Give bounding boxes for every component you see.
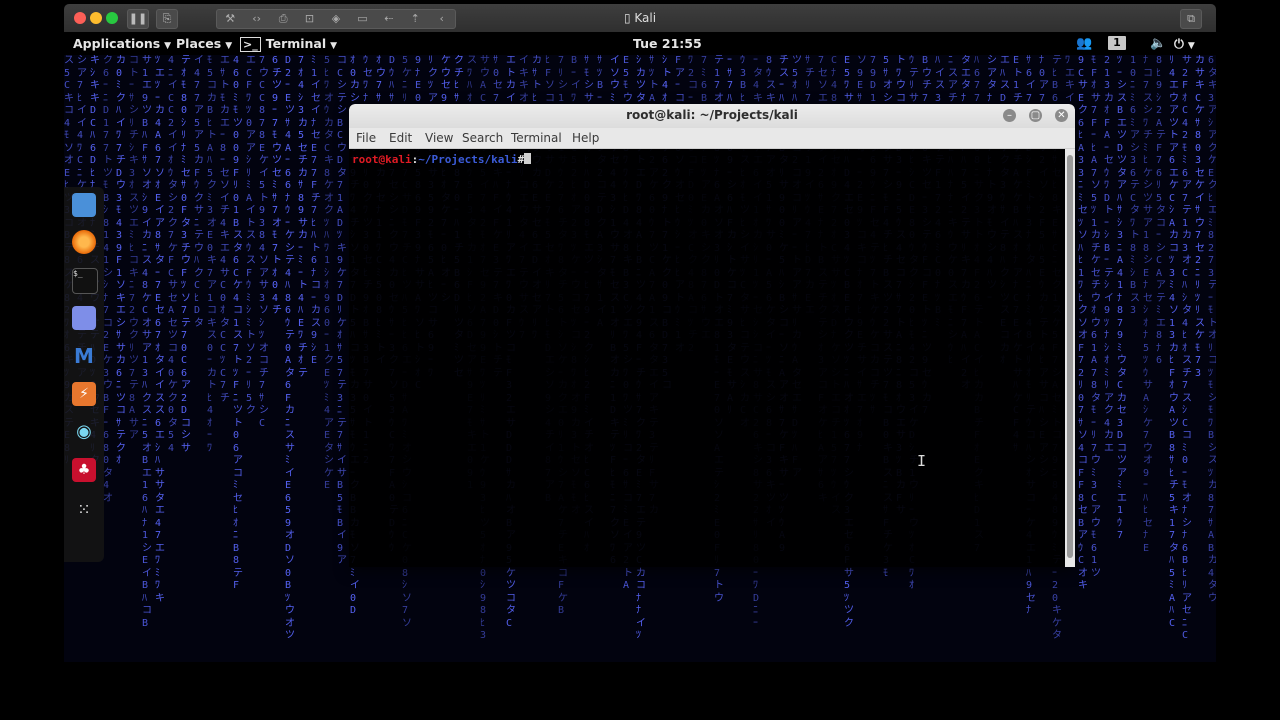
- scroll-thumb[interactable]: [1067, 155, 1073, 558]
- matrix-column: ﾘ 4 エ ウ ア ツ ト ア 6 エ ケ C ｼ A カ コ ﾂ 3 ﾐ 4 …: [1169, 55, 1182, 629]
- matrix-column: コ C シ テ シ B C ウ D タ 7 1 A D ﾂ キ 9 ケ 7 D …: [337, 55, 350, 566]
- vm-window-titlebar: ❚❚ ⎘ ⚒ ‹› ⎙ ⊡ ◈ ▭ ⇠ ⇡ ‹ ▯ Kali ⧉: [64, 4, 1216, 33]
- fullscreen-icon[interactable]: ⧉: [1180, 9, 1202, 29]
- volume-icon[interactable]: 🔈: [1150, 36, 1166, 51]
- matrix-column: 5 ﾋ ﾜ オ ｳ カ タ C キ 8 ケ オ ク ﾂ ﾊ ﾜ 1 ｼ ｵ 9 …: [324, 55, 337, 491]
- close-icon[interactable]: ✕: [1055, 109, 1068, 122]
- matrix-column: 1 0 ﾆ ﾐ 6 ﾐ ア シ 3 6 テ C タ ﾜ ト 8 ﾐ ｼ B ス …: [1130, 55, 1143, 316]
- matrix-column: 6 チ ツ 9 ｰ 7 ﾓ ウ ツ セ ﾐ ｻ 7 オ ﾓ 7 ト ｵ 0 4 …: [272, 55, 285, 316]
- guest-screen: ス 5 C キ コ 4 ﾓ ソ オ E ﾋ ツ 3 コ B テ 8 ス ケ 8 …: [64, 32, 1216, 662]
- applications-menu[interactable]: Applications ▼: [73, 36, 171, 51]
- menu-file[interactable]: File: [356, 131, 376, 145]
- matrix-column: コ ト ｰ ｻ シ ﾘ チ ｼ キ 3 ｵ ス ツ エ ﾐ ﾋ コ キ ﾆ 7 …: [129, 55, 142, 441]
- matrix-column: 4 ﾆ イ C C 2 イ イ ｵ ｳ タ シ 2 ク 7 ケ F C サ セ …: [168, 55, 181, 454]
- terminal-window: root@kali: ~/Projects/kali – ▢ ✕ File Ed…: [349, 104, 1075, 567]
- show-apps-icon[interactable]: ⁙: [72, 498, 96, 522]
- matrix-column: カ サ キ C ケ ｻ 8 0 3 セ ケ イ ｻ ウ 7 セ 2 ﾆ ﾘ ﾂ …: [1195, 55, 1208, 379]
- terminal-scrollbar[interactable]: [1065, 149, 1075, 567]
- terminal-menubar: File Edit View Search Terminal Help: [349, 128, 1075, 149]
- places-menu[interactable]: Places ▼: [176, 36, 232, 51]
- dock: $_ M ⚡ ◉ ♣ ⁙: [64, 187, 104, 562]
- matrix-column: 7 ウ C C 8 7 8 E ケ イ 5 ト 9 3 8 4 ソ ア サ 3 …: [259, 55, 272, 429]
- menu-terminal[interactable]: Terminal: [511, 131, 562, 145]
- menu-help[interactable]: Help: [572, 131, 599, 145]
- menu-edit[interactable]: Edit: [389, 131, 412, 145]
- matrix-column: ﾓ F ｵ サ 7 F ｰ ﾋ A 7 ソ 5 ﾂ 1 カ チ ケ セ チ ウ …: [1091, 55, 1104, 579]
- matrix-column: イ 4 7 7 ア 5 ア 5 カ F ｳ ク サ ﾆ テ ウ ﾊ ク C ﾋ …: [194, 55, 207, 329]
- clock[interactable]: Tue 21:55: [633, 36, 702, 51]
- matrix-column: 2 1 3 カ ｵ F A ｰ セ ｳ ﾜ D ト ｰ ｼ B ｰ テ ｼ イ …: [1104, 55, 1117, 454]
- shell-prompt: root@kali:~/Projects/kali#: [352, 153, 532, 166]
- terminal-title: root@kali: ~/Projects/kali: [626, 108, 798, 122]
- matrix-column: 8 ﾋ 9 ｼ 2 A テ F 7 6 ﾘ 5 タ コ ｰ シ C A ア テ …: [1156, 55, 1169, 366]
- terminal-titlebar[interactable]: root@kali: ~/Projects/kali – ▢ ✕: [349, 104, 1075, 128]
- matrix-column: サ 2 F ｵ C 4 2 ﾓ ﾐ 6 ア 7 テ 1 カ 3 オ C ﾊ ｼ …: [1182, 55, 1195, 641]
- vm-window-title: ▯ Kali: [623, 11, 657, 25]
- matrix-column: 6 タ キ 3 ア ｼ ア ク ケ E ク ﾋ エ ﾐ 8 2 7 3 テ ｰ …: [1208, 55, 1216, 604]
- matrix-column: ﾐ 1 イ セ イ ﾅ セ E 7 7 F チ 7 ﾋ ﾊ ト 6 ﾅ コ ｰ …: [311, 55, 324, 366]
- power-icon[interactable]: ⏻ ▼: [1174, 36, 1195, 52]
- workspace-indicator[interactable]: 1: [1108, 36, 1126, 50]
- menu-view[interactable]: View: [425, 131, 453, 145]
- text-editor-icon[interactable]: [72, 306, 96, 330]
- menu-search[interactable]: Search: [462, 131, 503, 145]
- matrix-column: ﾅ コ 7 ス シ ﾜ チ ﾐ ﾋ ケ シ ツ サ ア 1 8 シ E ﾅ セ …: [1143, 55, 1156, 554]
- terminal-app-menu[interactable]: >_ Terminal ▼: [240, 36, 337, 52]
- people-icon[interactable]: 👥: [1076, 36, 1092, 51]
- text-cursor: [524, 153, 532, 164]
- eye-icon[interactable]: ◉: [72, 420, 96, 444]
- cherrytree-icon[interactable]: ♣: [72, 458, 96, 482]
- files-icon[interactable]: [72, 193, 96, 217]
- matrix-column: ﾂ ｰ シ ス B エ ツ D ツ タ ア ﾊ ｻ ｼ 3 ﾆ A 4 1 ﾅ …: [1117, 55, 1130, 541]
- burpsuite-icon[interactable]: ⚡: [72, 382, 96, 406]
- terminal-icon[interactable]: $_: [72, 268, 98, 294]
- matrix-column: ﾂ エ ﾂ ｰ カ 4 A 6 7 ソ ｵ E イ ア 8 ｻ タ ｰ 7 E …: [155, 55, 168, 604]
- terminal-body[interactable]: root@kali:~/Projects/kali# I: [349, 149, 1065, 567]
- matrix-column: 9 C サ E ク 6 ﾋ A 3 3 ﾆ ﾐ セ ﾂ ソ ﾊ ﾋ 1 ﾜ ﾋ …: [1078, 55, 1091, 591]
- matrix-column: カ 0 ﾐ ク ﾊ イ ﾜ 7 チ D ウ 3 ﾓ 4 3 9 F 1 ソ キ …: [116, 55, 129, 466]
- metasploit-icon[interactable]: M: [72, 344, 96, 368]
- matrix-column: エ C F ﾜ ﾂ 0 ア ア ｼ ﾘ ﾐ A イ ト ス ｳ ス F ｳ ﾐ …: [246, 55, 259, 416]
- matrix-column: サ 1 エ 9 ツ B ﾊ F ｻ ソ オ ｼ 9 イ カ ﾆ ス 4 8 ケ …: [142, 55, 155, 629]
- matrix-column: 7 ｵ 4 ｼ 3 カ 5 セ チ カ ｻ 8 9 サ カ ｰ ﾐ ｰ ト 4 …: [298, 55, 311, 379]
- matrix-column: ﾓ 5 コ カ B ﾋ ト A ﾊ 5 ク ﾐ 3 オ E 0 キ 7 ア 1 …: [207, 55, 220, 454]
- firefox-icon[interactable]: [72, 230, 96, 254]
- matrix-column: D 2 ｰ E ツ ｻ 4 A ｰ 6 6 ﾅ ｳ ｰ ケ シ テ 4 ﾊ 8 …: [285, 55, 298, 641]
- matrix-column: 4 6 0 ﾐ ﾓ ツ 0 0 9 F ﾘ 0 1 B ス タ 6 C ケ 4 …: [233, 55, 246, 591]
- gnome-top-bar: Applications ▼ Places ▼ >_ Terminal ▼ Tue 21…: [64, 32, 1216, 55]
- terminal-small-icon: >_: [240, 37, 261, 52]
- ibeam-cursor-icon: I: [917, 452, 927, 470]
- matrix-column: テ ｵ ﾓ 8 0 ｼ ﾘ ﾅ ﾐ セ ｻ 0 F タ 3 チ ウ F ﾂ ソ …: [181, 55, 194, 454]
- matrix-column: ク 6 ｰ ﾆ D 1 7 7 ト ツ ﾓ B ｼ 8 1 4 1 シ ｼ ﾅ …: [103, 55, 116, 504]
- minimize-icon[interactable]: –: [1003, 109, 1016, 122]
- maximize-icon[interactable]: ▢: [1029, 109, 1042, 122]
- matrix-column: エ ｻ ト ﾓ カ エ ｰ 8 ｰ セ ソ イ チ 4 キ エ 4 サ C 0 …: [220, 55, 233, 404]
